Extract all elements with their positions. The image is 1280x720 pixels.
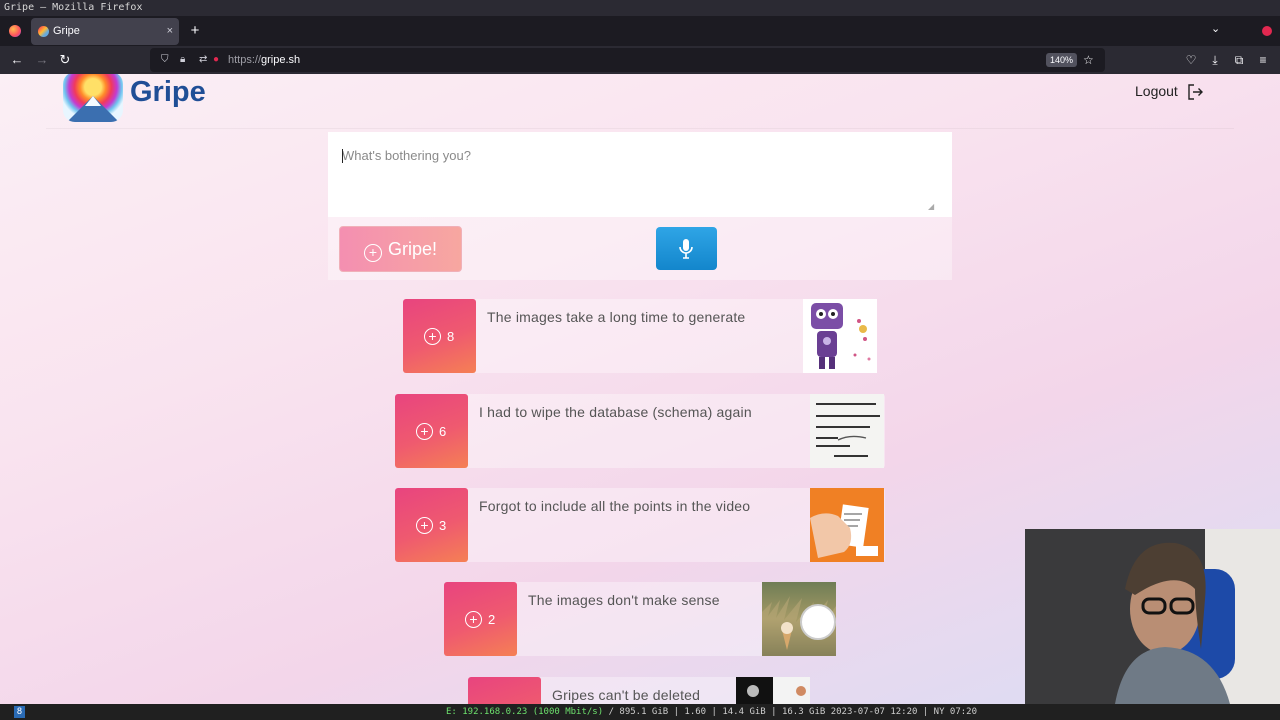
gripe-card: + 2 The images don't make sense xyxy=(444,582,836,656)
system-metrics: / 895.1 GiB | 1.60 | 14.4 GiB | 16.3 GiB… xyxy=(608,707,978,717)
system-status-bar: 8 E: 192.168.0.23 (1000 Mbit/s) / 895.1 … xyxy=(0,704,1280,720)
plus-circle-icon: + xyxy=(424,328,441,345)
tab-strip: Gripe × + ⌄ xyxy=(0,16,1280,46)
close-tab-icon[interactable]: × xyxy=(167,18,173,45)
vote-count: 3 xyxy=(439,518,447,533)
text-cursor xyxy=(342,149,343,163)
tab-gripe[interactable]: Gripe × xyxy=(31,18,179,45)
logout-link[interactable]: Logout xyxy=(1135,83,1178,99)
recording-indicator-icon xyxy=(1262,26,1272,36)
plus-circle-icon: + xyxy=(416,517,433,534)
tab-label: Gripe xyxy=(53,25,80,37)
new-tab-button[interactable]: + xyxy=(187,20,203,42)
gripe-card: + 6 I had to wipe the database (schema) … xyxy=(395,394,885,468)
permissions-icon[interactable]: ⇄ xyxy=(199,48,207,72)
vote-count: 6 xyxy=(439,424,447,439)
back-icon[interactable]: ← xyxy=(9,50,25,70)
gripe-card: + 3 Forgot to include all the points in … xyxy=(395,488,885,562)
header-divider xyxy=(46,128,1234,129)
gripe-textarea[interactable] xyxy=(328,132,952,217)
plus-circle-icon: + xyxy=(363,244,382,262)
upvote-button[interactable]: + 3 xyxy=(395,488,468,562)
url-text[interactable]: https://gripe.sh xyxy=(228,48,300,72)
bookmark-star-icon[interactable]: ☆ xyxy=(1083,48,1094,72)
microphone-icon xyxy=(679,239,693,259)
gripe-thumbnail xyxy=(736,677,810,704)
plus-circle-icon: + xyxy=(465,611,482,628)
vote-count: 2 xyxy=(488,612,496,627)
extensions-icon[interactable]: ⧉ xyxy=(1231,50,1247,70)
site-brand[interactable]: Gripe xyxy=(130,76,206,109)
gripe-text: The images take a long time to generate xyxy=(487,309,746,325)
reload-icon[interactable]: ↻ xyxy=(57,50,73,70)
upvote-button[interactable] xyxy=(468,677,541,704)
window-title: Gripe — Mozilla Firefox xyxy=(0,0,1280,16)
microphone-permission-icon[interactable]: ● xyxy=(213,48,219,72)
menu-icon[interactable]: ≡ xyxy=(1255,50,1271,70)
gripe-card: Gripes can't be deleted xyxy=(468,677,810,704)
resize-grip-icon[interactable]: ◢ xyxy=(928,202,934,211)
gripe-card: + 8 The images take a long time to gener… xyxy=(403,299,877,373)
gripe-thumbnail xyxy=(803,299,877,373)
upvote-button[interactable]: + 2 xyxy=(444,582,517,656)
gripe-thumbnail xyxy=(810,394,884,468)
plus-circle-icon: + xyxy=(416,423,433,440)
microphone-button[interactable] xyxy=(656,227,717,270)
upvote-button[interactable]: + 6 xyxy=(395,394,468,468)
system-stats: E: 192.168.0.23 (1000 Mbit/s) / 895.1 Gi… xyxy=(446,704,977,720)
gripe-favicon-icon xyxy=(38,26,49,37)
gripe-thumbnail xyxy=(762,582,836,656)
upvote-button[interactable]: + 8 xyxy=(403,299,476,373)
workspace-indicator[interactable]: 8 xyxy=(14,706,25,718)
gripe-submit-button[interactable]: + Gripe! xyxy=(339,226,462,272)
gripe-text: Gripes can't be deleted xyxy=(552,687,701,703)
gripe-submit-label: Gripe! xyxy=(387,239,438,259)
url-bar[interactable]: ⛉ 🔒︎ ⇄ ● https://gripe.sh 140% ☆ xyxy=(150,48,1105,72)
zoom-level[interactable]: 140% xyxy=(1046,53,1078,67)
gripe-thumbnail xyxy=(810,488,884,562)
gripe-text: I had to wipe the database (schema) agai… xyxy=(479,404,752,420)
gripe-text: The images don't make sense xyxy=(528,592,720,608)
network-status: E: 192.168.0.23 (1000 Mbit/s) xyxy=(446,707,604,717)
webcam-overlay xyxy=(1025,529,1280,704)
gripe-logo[interactable] xyxy=(63,74,123,122)
gripe-text: Forgot to include all the points in the … xyxy=(479,498,751,514)
forward-icon[interactable]: → xyxy=(34,50,50,70)
tracking-shield-icon[interactable]: ⛉ xyxy=(161,48,169,72)
firefox-icon[interactable] xyxy=(9,25,21,37)
pocket-icon[interactable]: ♡ xyxy=(1183,50,1199,70)
list-all-tabs-icon[interactable]: ⌄ xyxy=(1211,22,1220,35)
downloads-icon[interactable]: ⤓ xyxy=(1207,50,1223,70)
page-viewport: Gripe Logout ◢ + Gripe! + 8 The images ta… xyxy=(0,74,1280,704)
vote-count: 8 xyxy=(447,329,455,344)
navigation-toolbar: ← → ↻ ⛉ 🔒︎ ⇄ ● https://gripe.sh 140% ☆ ♡… xyxy=(0,46,1280,74)
lock-icon[interactable]: 🔒︎ xyxy=(180,48,185,72)
logout-icon[interactable] xyxy=(1186,83,1204,101)
